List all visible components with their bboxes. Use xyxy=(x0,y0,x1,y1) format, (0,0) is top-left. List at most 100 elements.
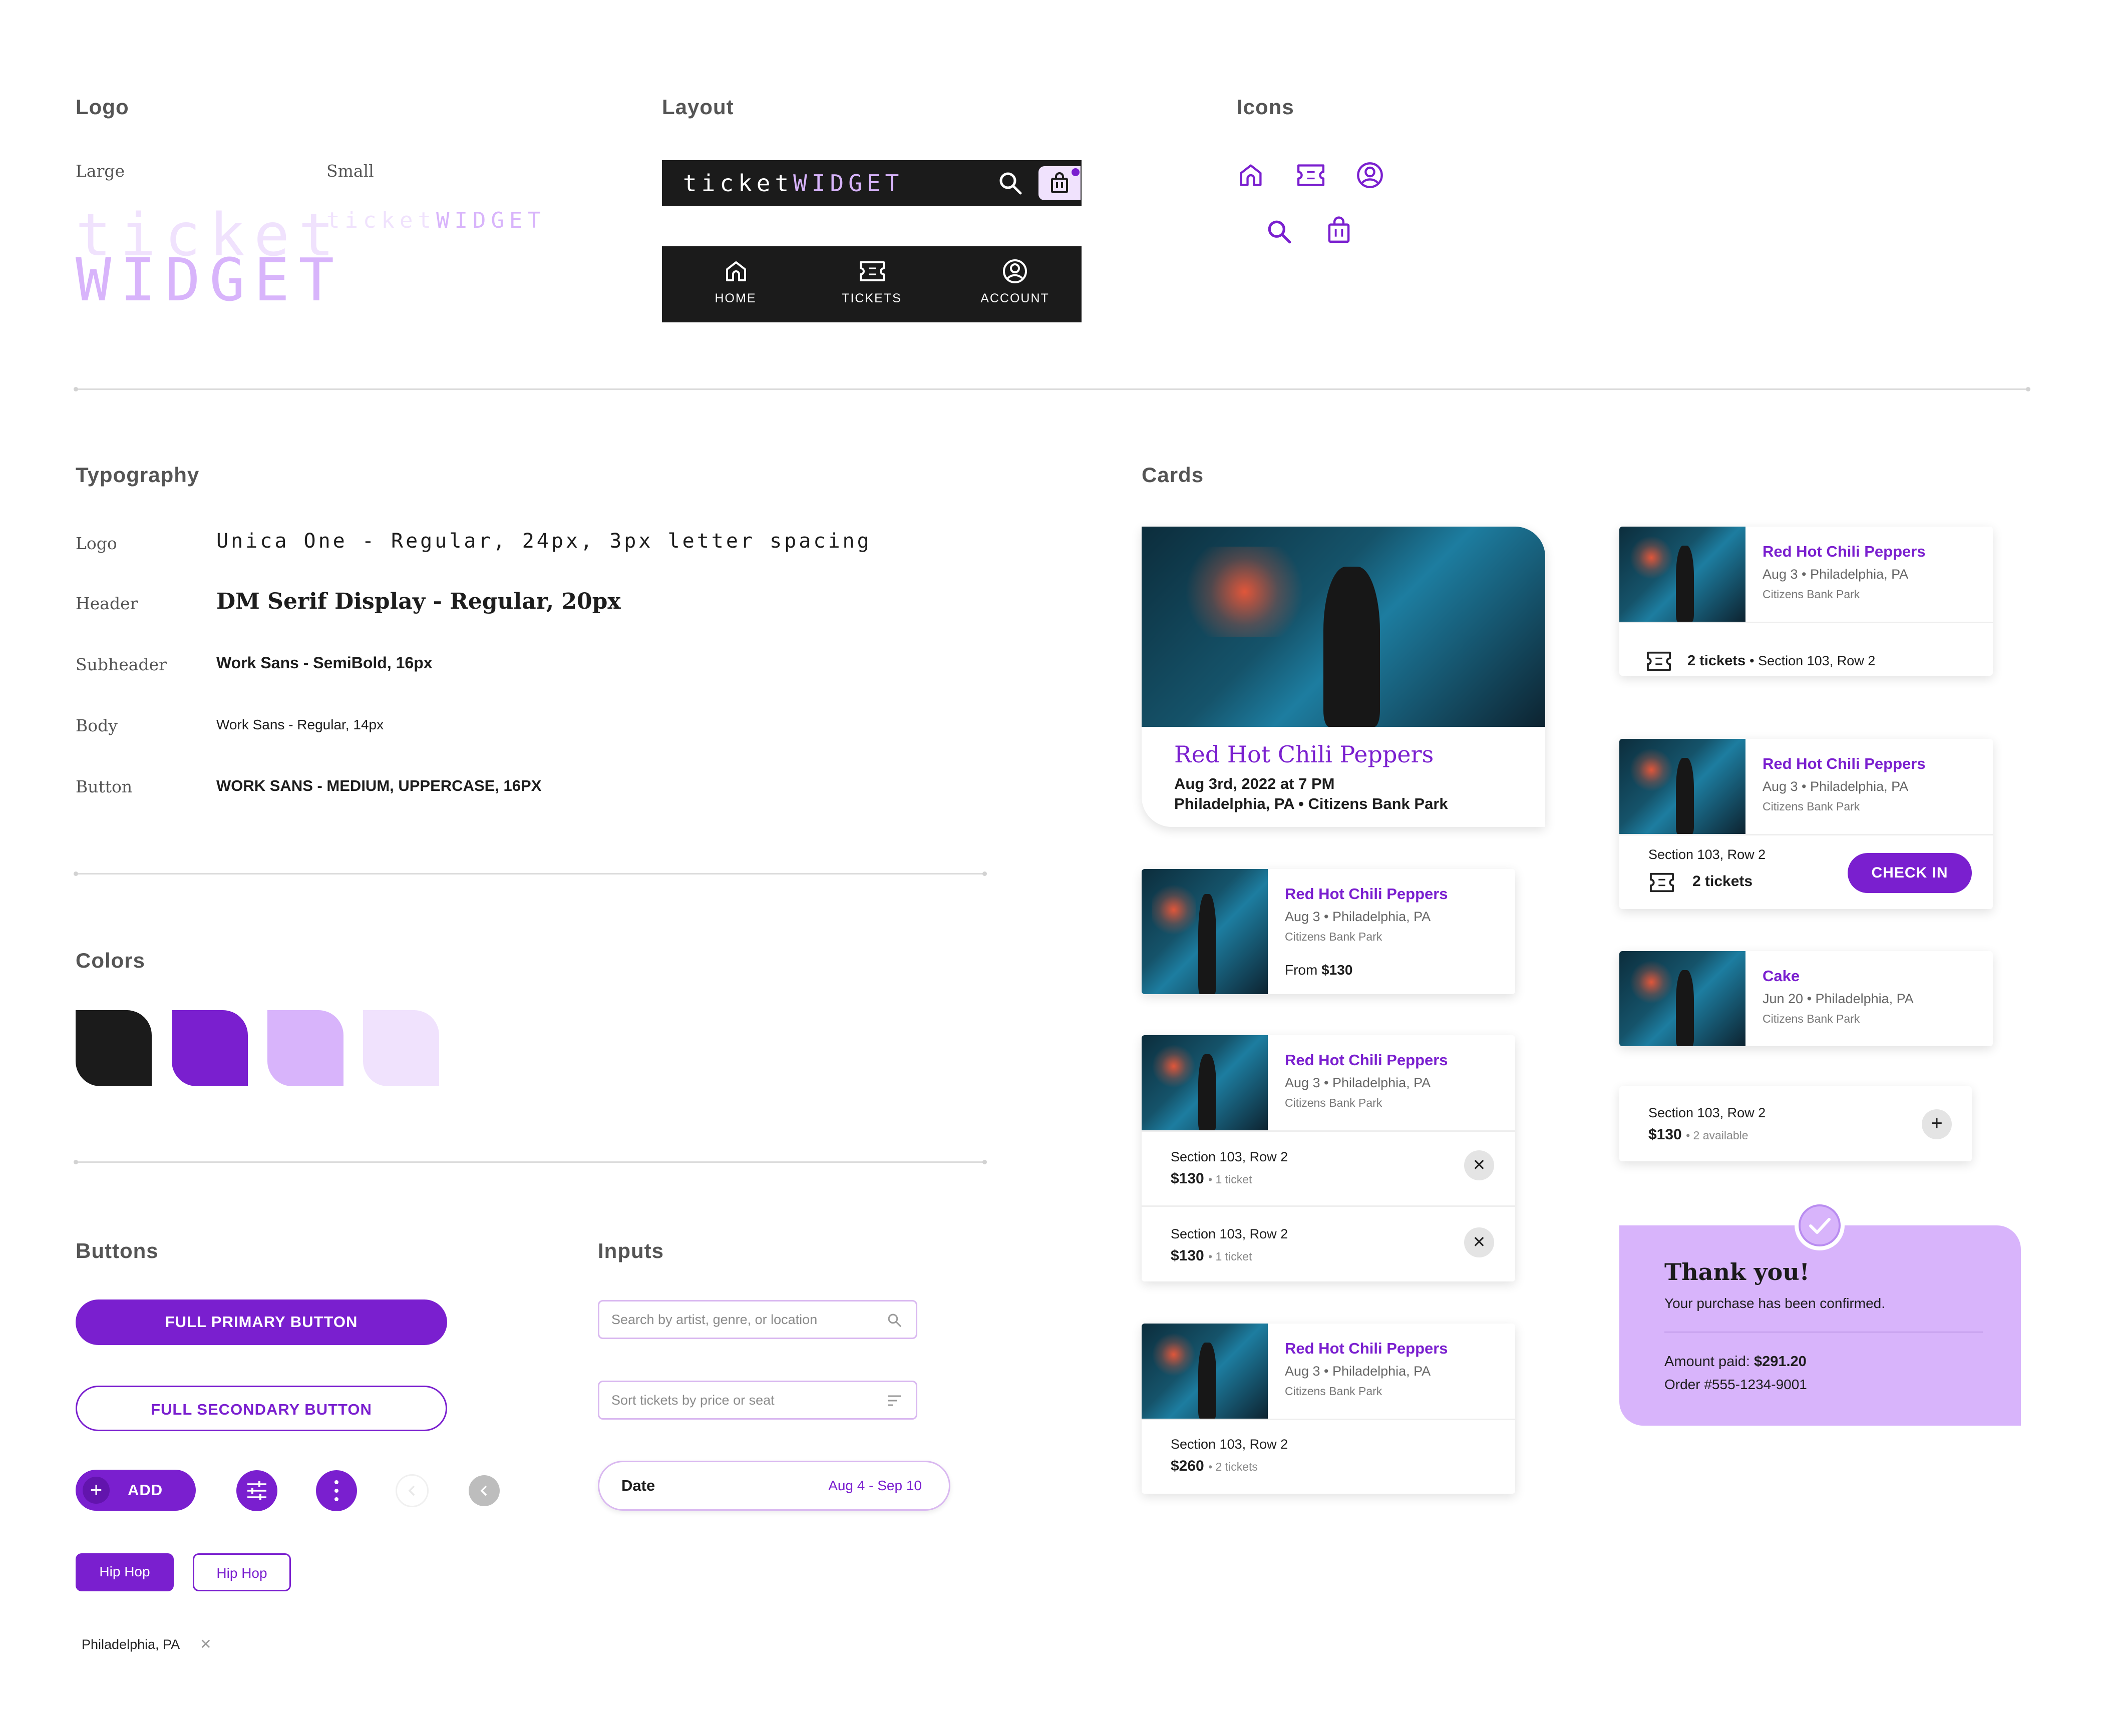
event-price-value: $130 xyxy=(1321,962,1353,978)
checkin-section: Section 103, Row 2 xyxy=(1648,847,1766,862)
cart-row-price: $130 • 1 ticket xyxy=(1171,1170,1252,1187)
check-badge xyxy=(1795,1200,1845,1250)
sort-input[interactable]: Sort tickets by price or seat xyxy=(598,1381,917,1420)
search-input-placeholder: Search by artist, genre, or location xyxy=(611,1312,818,1327)
typo-label-body: Body xyxy=(76,716,118,735)
divider-top xyxy=(74,387,2030,391)
ticket-detail: • Section 103, Row 2 xyxy=(1749,653,1876,668)
close-icon[interactable]: ✕ xyxy=(200,1636,211,1652)
cart-row-price: $130 • 1 ticket xyxy=(1171,1247,1252,1264)
nav-item-home[interactable]: HOME xyxy=(688,258,783,313)
ticket-icon xyxy=(1647,651,1671,671)
location-tag: Philadelphia, PA ✕ xyxy=(82,1636,212,1652)
amount-paid: Amount paid: $291.20 xyxy=(1664,1354,1807,1370)
event-card-price[interactable]: Red Hot Chili Peppers Aug 3 • Philadelph… xyxy=(1142,869,1515,994)
logo-small-label: Small xyxy=(326,161,374,181)
chevron-left-icon xyxy=(408,1485,415,1496)
back-button[interactable] xyxy=(469,1475,500,1506)
add-button-label: ADD xyxy=(128,1481,163,1499)
event-title: Red Hot Chili Peppers xyxy=(1285,1340,1448,1357)
home-icon xyxy=(1240,164,1262,186)
cart-button[interactable] xyxy=(1038,166,1081,200)
account-icon xyxy=(1357,162,1383,188)
filter-button[interactable] xyxy=(236,1470,277,1511)
event-card-cake[interactable]: Cake Jun 20 • Philadelphia, PA Citizens … xyxy=(1619,951,1993,1046)
event-date-location: Aug 3 • Philadelphia, PA xyxy=(1285,909,1431,924)
amount-paid-label: Amount paid: xyxy=(1664,1354,1750,1370)
search-icon xyxy=(1268,220,1291,244)
event-date-location: Aug 3 • Philadelphia, PA xyxy=(1285,1364,1431,1379)
event-title: Red Hot Chili Peppers xyxy=(1763,543,1926,560)
event-thumbnail xyxy=(1619,527,1745,622)
cart-row-qty: 1 ticket xyxy=(1215,1250,1252,1263)
hero-datetime: Aug 3rd, 2022 at 7 PM xyxy=(1174,775,1335,792)
bag-icon xyxy=(1328,216,1350,243)
date-range-picker[interactable]: Date Aug 4 - Sep 10 xyxy=(598,1461,950,1511)
ticket-listing-card: Section 103, Row 2 $130 • 2 available + xyxy=(1619,1086,1972,1161)
order-qty: 2 tickets xyxy=(1215,1460,1258,1473)
more-options-button[interactable] xyxy=(316,1470,357,1511)
order-price-value: $260 xyxy=(1171,1458,1204,1474)
add-button[interactable]: + ADD xyxy=(76,1470,196,1511)
row-divider xyxy=(1142,1205,1515,1207)
bottom-nav-bar: HOME TICKETS ACCOUNT xyxy=(662,246,1082,322)
row-divider xyxy=(1619,834,1993,835)
section-title-typography: Typography xyxy=(76,463,200,487)
section-title-icons: Icons xyxy=(1237,95,1294,119)
nav-item-account[interactable]: ACCOUNT xyxy=(967,258,1063,313)
typo-value-subheader: Work Sans - SemiBold, 16px xyxy=(216,654,433,672)
chevron-left-icon xyxy=(480,1485,487,1496)
check-in-button[interactable]: CHECK IN xyxy=(1848,853,1972,893)
event-date-location: Aug 3 • Philadelphia, PA xyxy=(1763,567,1909,582)
typo-value-button: WORK SANS - MEDIUM, UPPERCASE, 16PX xyxy=(216,777,542,794)
add-ticket-button[interactable]: + xyxy=(1922,1109,1952,1139)
full-secondary-button[interactable]: FULL SECONDARY BUTTON xyxy=(76,1386,447,1431)
event-thumbnail xyxy=(1142,1324,1268,1419)
amount-paid-value: $291.20 xyxy=(1754,1354,1807,1370)
search-icon xyxy=(888,1314,901,1327)
cart-row-price-value: $130 xyxy=(1171,1247,1204,1264)
bag-icon xyxy=(1048,172,1071,194)
event-title: Red Hot Chili Peppers xyxy=(1285,1051,1448,1069)
section-title-layout: Layout xyxy=(662,95,734,119)
cart-card: Red Hot Chili Peppers Aug 3 • Philadelph… xyxy=(1142,1035,1515,1281)
event-date-location: Jun 20 • Philadelphia, PA xyxy=(1763,991,1914,1006)
event-thumbnail xyxy=(1619,951,1745,1046)
purchase-confirmation-card: Thank you! Your purchase has been confir… xyxy=(1619,1225,2021,1426)
check-circle-icon xyxy=(1799,1204,1841,1246)
remove-ticket-button[interactable]: ✕ xyxy=(1464,1227,1494,1257)
event-venue: Citizens Bank Park xyxy=(1763,588,1860,601)
ticket-count: 2 tickets xyxy=(1687,653,1746,669)
section-title-inputs: Inputs xyxy=(598,1239,664,1262)
event-thumbnail xyxy=(1142,869,1268,994)
nav-item-tickets[interactable]: TICKETS xyxy=(824,258,919,313)
genre-chip-unselected[interactable]: Hip Hop xyxy=(193,1553,291,1591)
full-primary-button[interactable]: FULL PRIMARY BUTTON xyxy=(76,1299,447,1345)
typo-label-logo: Logo xyxy=(76,534,117,553)
search-input[interactable]: Search by artist, genre, or location xyxy=(598,1300,917,1339)
event-venue: Citizens Bank Park xyxy=(1763,1012,1860,1025)
genre-chip-selected[interactable]: Hip Hop xyxy=(76,1553,174,1591)
listing-available: 2 available xyxy=(1693,1129,1748,1142)
typo-label-header: Header xyxy=(76,594,138,613)
color-swatch-light-purple xyxy=(267,1010,343,1086)
ticket-icon xyxy=(1297,164,1325,186)
remove-ticket-button[interactable]: ✕ xyxy=(1464,1150,1494,1180)
event-hero-card[interactable]: Red Hot Chili Peppers Aug 3rd, 2022 at 7… xyxy=(1142,527,1545,827)
logo-large-label: Large xyxy=(76,161,125,181)
row-divider xyxy=(1142,1419,1515,1420)
topbar-logo[interactable]: ticketWIDGET xyxy=(683,169,903,197)
my-ticket-card[interactable]: Red Hot Chili Peppers Aug 3 • Philadelph… xyxy=(1619,527,1993,676)
topbar-logo-word2: WIDGET xyxy=(793,170,904,197)
account-icon xyxy=(1003,259,1027,283)
color-swatch-purple xyxy=(172,1010,248,1086)
search-icon[interactable] xyxy=(997,170,1024,197)
thanks-divider xyxy=(1664,1332,1983,1333)
sort-icon xyxy=(888,1395,901,1406)
listing-section: Section 103, Row 2 xyxy=(1648,1105,1766,1120)
back-button-disabled[interactable] xyxy=(396,1474,429,1507)
cart-row-price-value: $130 xyxy=(1171,1170,1204,1187)
row-divider xyxy=(1619,622,1993,623)
order-card[interactable]: Red Hot Chili Peppers Aug 3 • Philadelph… xyxy=(1142,1324,1515,1494)
thanks-title: Thank you! xyxy=(1664,1258,1810,1285)
